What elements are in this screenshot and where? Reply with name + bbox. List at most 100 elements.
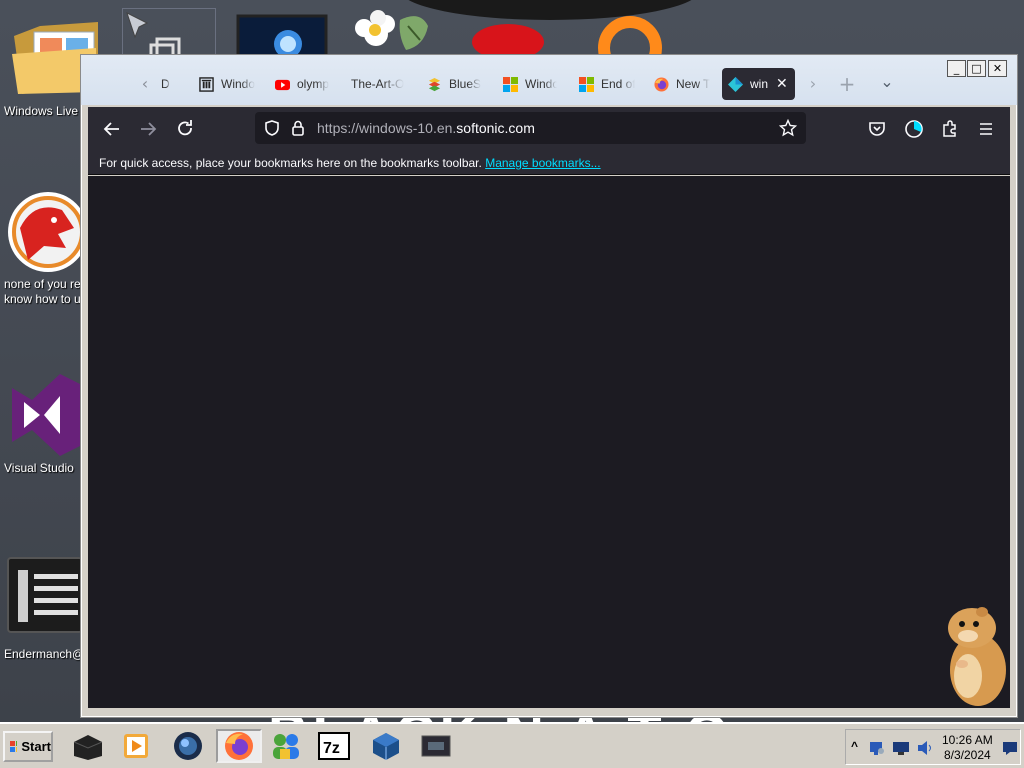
reload-button[interactable] [173, 117, 197, 141]
show-hidden-icons-button[interactable]: ^ [851, 739, 858, 753]
tab-title: olymp [297, 77, 330, 91]
pocket-icon [869, 122, 885, 136]
red-dinosaur-icon [8, 192, 88, 272]
taskbar: Start 7z ^ 10:26 AM 8/3/2024 [0, 722, 1024, 768]
shield-icon[interactable] [263, 119, 281, 137]
start-flag-icon [10, 740, 18, 752]
title-bar: _ □ ✕ ‹ D Windo olymp The-Art-O BlueS Wi… [81, 55, 1017, 105]
hamster-mascot [938, 604, 1010, 712]
back-arrow-icon [103, 122, 119, 136]
reload-icon [178, 120, 192, 136]
clock-time: 10:26 AM [942, 733, 993, 747]
tab-title: Windo [525, 77, 557, 91]
url-bar[interactable]: https://windows-10.en.softonic.com [255, 112, 806, 144]
bookmarks-message: For quick access, place your bookmarks h… [99, 156, 482, 170]
extensions-button[interactable] [938, 117, 962, 141]
desktop-icon-shortcut[interactable] [122, 8, 216, 63]
puzzle-piece-icon [943, 120, 956, 137]
scroll-tabs-right-icon[interactable]: › [801, 72, 825, 96]
tab-4[interactable]: BlueS [421, 68, 489, 100]
menu-button[interactable] [974, 117, 998, 141]
hamburger-menu-icon [980, 123, 992, 135]
new-tab-button[interactable]: + [835, 72, 859, 96]
7zip-icon: 7z [318, 732, 350, 760]
star-bookmark-icon[interactable] [779, 119, 797, 137]
softonic-icon [728, 76, 743, 92]
maximize-button[interactable]: □ [967, 60, 986, 77]
tab-title: End of [601, 77, 635, 91]
url-text: https://windows-10.en.softonic.com [317, 120, 535, 136]
flower-plant-icon [355, 10, 428, 50]
forward-arrow-icon [141, 122, 157, 136]
clock-date: 8/3/2024 [943, 748, 991, 762]
tab-3[interactable]: The-Art-O [345, 68, 415, 100]
taskbar-app-firefox[interactable] [216, 729, 262, 763]
tab-5[interactable]: Windo [497, 68, 563, 100]
account-button[interactable] [902, 117, 926, 141]
desktop-icon-windows-live[interactable]: Windows Live [4, 104, 90, 119]
hamster-icon [948, 607, 1006, 706]
youtube-icon [275, 79, 290, 90]
tab-0[interactable]: D [155, 68, 177, 100]
manage-bookmarks-link[interactable]: Manage bookmarks... [485, 156, 600, 170]
globe-monitor-icon [236, 14, 328, 62]
desktop-icon-label: none of you re know how to u [4, 277, 81, 306]
taskbar-app-media-player[interactable] [118, 729, 154, 763]
pocket-button[interactable] [865, 117, 889, 141]
desktop-icon-visual-studio[interactable]: Visual Studio [4, 370, 90, 476]
tab-7[interactable]: New T [648, 68, 716, 100]
svg-text:7z: 7z [323, 740, 340, 757]
close-window-button[interactable]: ✕ [988, 60, 1007, 77]
bluestacks-icon [428, 77, 441, 91]
desktop-icon-dino[interactable]: none of you re know how to u [4, 188, 90, 307]
network-icon[interactable] [868, 739, 886, 757]
cursor-windows-icon [126, 12, 181, 63]
dark-app-icon [7, 557, 83, 633]
tab-6[interactable]: End of [573, 68, 641, 100]
firefox-icon [654, 76, 669, 92]
desktop-icon-flower[interactable] [350, 6, 442, 56]
desktop-icon-endermanch[interactable]: Endermanch@ [4, 556, 90, 662]
tab-title: win [750, 77, 769, 91]
taskbar-app-dark-window[interactable] [418, 729, 454, 763]
close-tab-icon[interactable]: ✕ [776, 76, 788, 92]
desktop-icon-globe-monitor[interactable] [236, 10, 328, 62]
tab-1[interactable]: Windo [193, 68, 261, 100]
clock[interactable]: 10:26 AM 8/3/2024 [942, 733, 993, 763]
taskbar-app-7zip[interactable]: 7z [316, 729, 352, 763]
microsoft-icon [579, 76, 594, 92]
tab-2[interactable]: olymp [269, 68, 339, 100]
forward-button[interactable] [136, 117, 160, 141]
url-domain: softonic.com [456, 120, 535, 136]
scroll-tabs-left-icon[interactable]: ‹ [133, 72, 157, 96]
url-prefix: https://windows-10.en. [317, 120, 457, 136]
desktop-icon-label: Endermanch@ [4, 647, 84, 661]
volume-icon[interactable] [916, 739, 934, 757]
taskbar-app-messenger[interactable] [268, 729, 304, 763]
firefox-icon [225, 732, 253, 760]
list-all-tabs-button[interactable]: ⌄ [875, 70, 899, 94]
taskbar-app-globe[interactable] [170, 729, 206, 763]
start-label: Start [21, 739, 51, 754]
tab-title: The-Art-O [351, 77, 405, 91]
tab-strip: ‹ D Windo olymp The-Art-O BlueS Windo En… [87, 66, 937, 102]
notification-icon[interactable] [1002, 740, 1018, 756]
page-content[interactable] [88, 176, 1010, 708]
taskbar-app-virtualbox[interactable] [368, 729, 404, 763]
archive-icon [199, 76, 214, 92]
tab-title: BlueS [449, 77, 482, 91]
minimize-button[interactable]: _ [947, 60, 966, 77]
desktop-icon-label: Visual Studio [4, 461, 74, 475]
bookmarks-toolbar: For quick access, place your bookmarks h… [88, 151, 1010, 175]
taskbar-app-black-box[interactable] [70, 729, 106, 763]
navigation-toolbar: https://windows-10.en.softonic.com [88, 107, 1010, 151]
browser-window: _ □ ✕ ‹ D Windo olymp The-Art-O BlueS Wi… [80, 54, 1018, 718]
back-button[interactable] [100, 117, 124, 141]
start-button[interactable]: Start [3, 731, 53, 762]
people-messenger-icon [273, 734, 299, 759]
tab-8-active[interactable]: win ✕ [722, 68, 795, 100]
dark-globe-icon [174, 732, 202, 760]
tab-title: D [161, 77, 170, 91]
lock-icon[interactable] [289, 119, 307, 137]
display-icon[interactable] [892, 739, 910, 757]
